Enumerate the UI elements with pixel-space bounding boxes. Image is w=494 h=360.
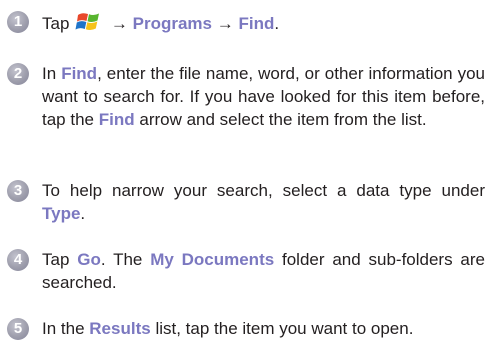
keyword-find: Find — [61, 64, 98, 83]
arrow-2: → — [216, 14, 234, 33]
keyword-go: Go — [77, 250, 101, 269]
step-text-in-the: In the — [42, 319, 85, 338]
step-text: Tap → Programs → Find. — [42, 10, 485, 35]
step-text: Tap Go. The My Documents folder and sub-… — [42, 248, 485, 294]
step-text: In Find, enter the file name, word, or o… — [42, 62, 485, 131]
keyword-my-documents: My Documents — [150, 250, 275, 269]
keyword-find: Find — [98, 110, 135, 129]
arrow-1: → — [110, 14, 128, 33]
keyword-results: Results — [89, 319, 151, 338]
step-text-end: list, tap the item you want to open. — [155, 319, 414, 338]
step-text: In the Results list, tap the item you wa… — [42, 317, 485, 340]
step-number-badge: 5 — [7, 318, 29, 340]
step-text-end: arrow and select the item from the list. — [139, 110, 427, 129]
period: . — [274, 14, 280, 33]
step-text-tap: Tap — [42, 14, 70, 33]
windows-start-icon — [75, 13, 100, 30]
step-text: To help narrow your search, select a dat… — [42, 179, 485, 225]
step-text-body: To help narrow your search, select a dat… — [42, 181, 485, 200]
keyword-type: Type — [42, 204, 81, 223]
step-number-badge: 1 — [7, 11, 29, 33]
step-text-in: In — [42, 64, 57, 83]
step-number-badge: 4 — [7, 249, 29, 271]
step-text-tap: Tap — [42, 250, 70, 269]
period: . — [80, 204, 86, 223]
step-number-badge: 2 — [7, 63, 29, 85]
keyword-programs: Programs — [132, 14, 212, 33]
step-number-badge: 3 — [7, 180, 29, 202]
step-text-body: . The — [100, 250, 143, 269]
keyword-find: Find — [238, 14, 275, 33]
